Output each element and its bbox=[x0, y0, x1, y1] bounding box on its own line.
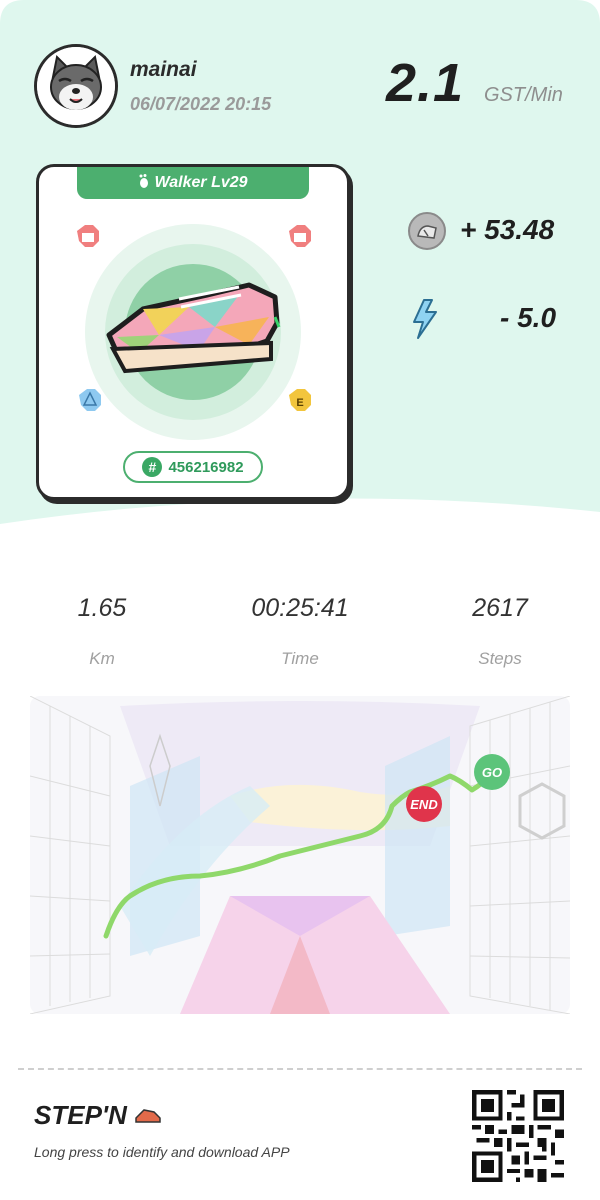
sneaker-logo-icon bbox=[134, 1100, 162, 1130]
username: mainai bbox=[130, 58, 197, 81]
energy-used: - 5.0 bbox=[500, 302, 557, 333]
avatar[interactable] bbox=[34, 44, 118, 128]
route-map[interactable]: 9469987338 END GO bbox=[30, 696, 570, 1014]
lock-icon bbox=[77, 225, 99, 247]
start-label: GO bbox=[482, 765, 502, 780]
lightning-icon bbox=[413, 299, 437, 339]
sneaker-illustration: E bbox=[77, 224, 311, 440]
footprint-icon bbox=[138, 173, 150, 193]
distance-label: Km bbox=[89, 649, 115, 668]
sneaker-card[interactable]: E Walker Lv29 # 456216982 bbox=[36, 164, 350, 500]
shiba-dog-icon bbox=[37, 47, 115, 125]
time-value: 00:25:41 bbox=[251, 594, 349, 622]
shoe-id: 456216982 bbox=[168, 458, 244, 476]
gst-earned: + 53.48 bbox=[460, 214, 555, 245]
download-instruction: Long press to identify and download APP bbox=[34, 1144, 290, 1160]
footer-divider bbox=[18, 1068, 582, 1070]
stat-steps: 2617 Steps bbox=[420, 594, 580, 669]
end-marker: END bbox=[406, 786, 442, 822]
earning-rate-value: 2.1 bbox=[386, 53, 465, 113]
qr-code[interactable] bbox=[472, 1090, 564, 1182]
triangle-gem-icon bbox=[79, 389, 101, 411]
hash-icon: # bbox=[142, 457, 163, 477]
efficiency-gem-icon: E bbox=[289, 389, 311, 411]
gst-token-icon bbox=[408, 212, 446, 250]
shoe-id-badge: # 456216982 bbox=[123, 451, 263, 483]
sneaker-title: Walker Lv29 bbox=[154, 174, 248, 191]
steps-label: Steps bbox=[478, 649, 522, 668]
stat-time: 00:25:41 Time bbox=[220, 594, 380, 669]
time-label: Time bbox=[281, 649, 319, 668]
distance-value: 1.65 bbox=[77, 594, 127, 622]
stepn-logo: STEP'N bbox=[34, 1100, 162, 1131]
logo-text: STEP'N bbox=[34, 1100, 127, 1130]
earning-rate-unit: GST/Min bbox=[484, 84, 563, 106]
svg-text:E: E bbox=[296, 397, 303, 409]
stat-distance: 1.65 Km bbox=[22, 594, 182, 669]
sneaker-level-header: Walker Lv29 bbox=[77, 167, 309, 199]
start-marker: GO bbox=[474, 754, 510, 790]
lock-icon bbox=[289, 225, 311, 247]
steps-value: 2617 bbox=[472, 594, 528, 622]
timestamp: 06/07/2022 20:15 bbox=[130, 94, 272, 114]
end-label: END bbox=[410, 797, 438, 812]
